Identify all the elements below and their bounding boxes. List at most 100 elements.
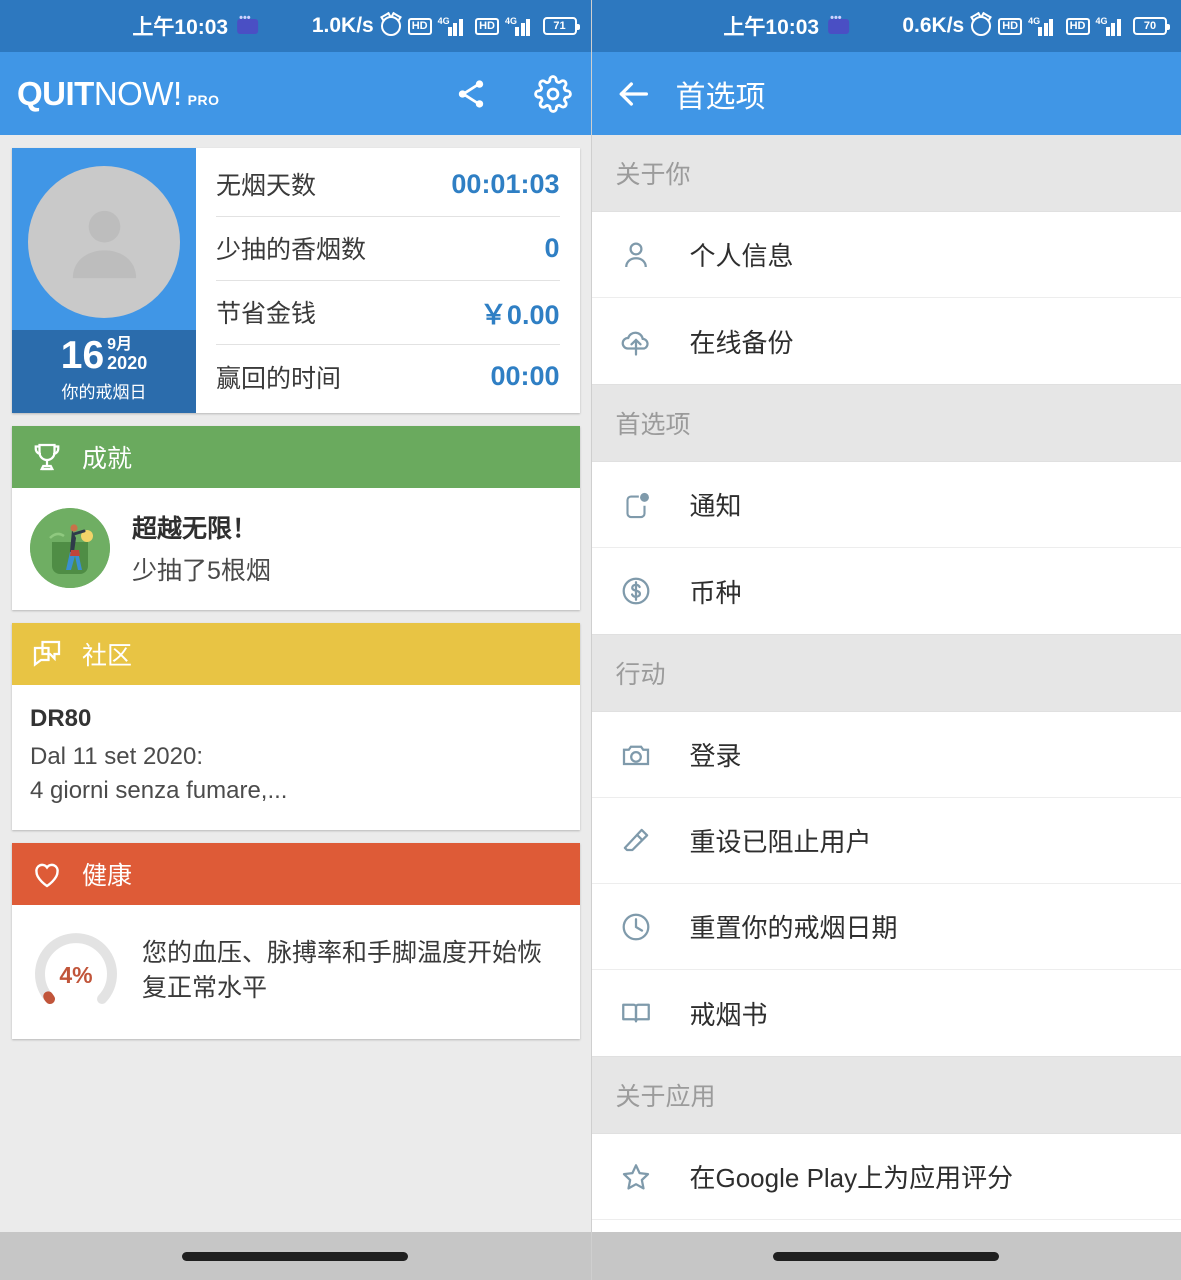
left-panel-main-dashboard: 上午10:03 1.0K/s HD 4G HD 4G 71 QUITNOW!PR… [0,0,591,1280]
pref-row-currency[interactable]: 币种 [592,548,1181,634]
stat-key: 无烟天数 [216,166,316,202]
community-card-body: DR80 Dal 11 set 2020: 4 giorni senza fum… [12,685,580,830]
health-item[interactable]: 4% 您的血压、脉搏率和手脚温度开始恢复正常水平 [30,925,562,1017]
stat-value: 00:00 [490,361,559,392]
signal-gen-label-right-1: 4G [1028,16,1040,26]
achievement-badge-icon [30,508,110,588]
section-header-label: 行动 [616,655,666,691]
pref-row-rate-on-google-play[interactable]: 在Google Play上为应用评分 [592,1134,1181,1220]
person-avatar-icon [57,195,152,290]
stat-value: 0 [544,233,559,264]
pref-row-reset-quit-date[interactable]: 重置你的戒烟日期 [592,884,1181,970]
trophy-icon [29,439,65,475]
community-title: 社区 [82,636,132,672]
section-group-preferences: 通知 币种 [592,461,1181,635]
hd-icon-right-2: HD [1066,18,1090,35]
community-line-2: 4 giorni senza fumare,... [30,775,562,807]
pref-label: 在Google Play上为应用评分 [690,1158,1014,1195]
dual-screenshot-container: 上午10:03 1.0K/s HD 4G HD 4G 71 QUITNOW!PR… [0,0,1181,1280]
share-icon[interactable] [450,73,492,115]
quit-date-label: 你的戒烟日 [12,378,196,403]
quit-year: 2020 [107,354,147,373]
section-group-actions: 登录 重设已阻止用户 重置你的戒烟日 [592,711,1181,1057]
status-bar-left: 上午10:03 1.0K/s HD 4G HD 4G 71 [0,0,591,52]
pref-label: 重置你的戒烟日期 [690,908,898,945]
battery-icon-right: 70 [1133,17,1167,35]
health-card-body: 4% 您的血压、脉搏率和手脚温度开始恢复正常水平 [12,905,580,1039]
profile-side[interactable]: 16 9月 2020 你的戒烟日 [12,148,196,413]
pref-label: 登录 [690,736,742,773]
page-title: 首选项 [676,72,766,116]
back-arrow-icon[interactable] [612,73,654,115]
pref-label: 币种 [690,573,742,610]
achievement-texts: 超越无限！ 少抽了5根烟 [132,509,271,587]
stat-key: 节省金钱 [216,294,316,330]
status-time-right: 上午10:03 [723,11,819,41]
stat-row: 节省金钱 ￥0.00 [216,281,560,345]
health-description: 您的血压、脉搏率和手脚温度开始恢复正常水平 [142,936,562,1006]
notification-icon [616,485,656,525]
section-header-label: 关于你 [616,155,691,191]
pref-row-notifications[interactable]: 通知 [592,462,1181,548]
dashboard-scroll-area: 16 9月 2020 你的戒烟日 无烟天数 00:01:03 [0,135,591,1280]
avatar[interactable] [28,166,180,318]
pref-label: 个人信息 [690,236,794,273]
pref-row-reset-blocked-users[interactable]: 重设已阻止用户 [592,798,1181,884]
health-card[interactable]: 健康 4% 您的血压、脉搏率和手脚温度开始恢复正常水平 [12,843,580,1039]
status-bar-indicators: 1.0K/s HD 4G HD 4G 71 [312,14,577,38]
achievement-item[interactable]: 超越无限！ 少抽了5根烟 [30,508,562,588]
stat-row: 少抽的香烟数 0 [216,217,560,281]
stat-key: 少抽的香烟数 [216,230,366,266]
dnd-badge-icon-right [828,19,849,34]
section-header-preferences: 首选项 [592,385,1181,461]
achievements-card-body: 超越无限！ 少抽了5根烟 [12,488,580,610]
achievement-title: 超越无限！ [132,509,271,545]
cloud-upload-icon [616,321,656,361]
community-card[interactable]: 社区 DR80 Dal 11 set 2020: 4 giorni senza … [12,623,580,830]
network-speed-right: 0.6K/s [902,14,964,38]
pref-label: 重设已阻止用户 [690,822,872,859]
eraser-icon [616,821,656,861]
chat-bubble-icon [29,636,65,672]
health-card-header: 健康 [12,843,580,905]
pref-row-online-backup[interactable]: 在线备份 [592,298,1181,384]
quit-date-line: 16 9月 2020 [12,336,196,375]
section-group-about-you: 个人信息 在线备份 [592,211,1181,385]
status-bar-indicators-right: 0.6K/s HD 4G HD 4G 70 [902,14,1167,38]
section-header-label: 关于应用 [616,1077,716,1113]
app-logo: QUITNOW!PRO [17,75,220,113]
section-header-label: 首选项 [616,405,691,441]
quit-date-strip: 16 9月 2020 你的戒烟日 [12,330,196,413]
achievements-card[interactable]: 成就 [12,426,580,610]
home-gesture-pill[interactable] [773,1252,999,1261]
alarm-icon-right [971,16,991,36]
home-gesture-pill[interactable] [182,1252,408,1261]
app-bar-left: QUITNOW!PRO [0,52,591,135]
pref-row-quit-book[interactable]: 戒烟书 [592,970,1181,1056]
stat-row: 赢回的时间 00:00 [216,345,560,409]
pref-row-personal-info[interactable]: 个人信息 [592,212,1181,298]
stat-key: 赢回的时间 [216,359,341,395]
pref-row-login[interactable]: 登录 [592,712,1181,798]
hd-icon-2: HD [475,18,499,35]
section-header-about-app: 关于应用 [592,1057,1181,1133]
status-time: 上午10:03 [132,11,228,41]
logo-text-bold: QUIT [17,75,94,113]
gear-icon[interactable] [532,73,574,115]
community-card-header: 社区 [12,623,580,685]
preferences-scroll-area: 关于你 个人信息 [592,135,1181,1280]
hd-icon-1: HD [408,18,432,35]
pref-label: 戒烟书 [690,995,768,1032]
signal-icon-right-2: 4G [1097,17,1127,36]
app-bar-right: 首选项 [592,52,1181,135]
signal-icon-2: 4G [506,17,536,36]
summary-card[interactable]: 16 9月 2020 你的戒烟日 无烟天数 00:01:03 [12,148,580,413]
community-line-1: Dal 11 set 2020: [30,741,562,773]
signal-gen-label-2: 4G [505,16,517,26]
dollar-circle-icon [616,571,656,611]
achievements-card-header: 成就 [12,426,580,488]
health-progress-gauge: 4% [30,925,122,1017]
person-icon [616,235,656,275]
stat-value: 00:01:03 [451,169,559,200]
stats-list: 无烟天数 00:01:03 少抽的香烟数 0 节省金钱 ￥0.00 赢回的时间 … [196,148,580,413]
